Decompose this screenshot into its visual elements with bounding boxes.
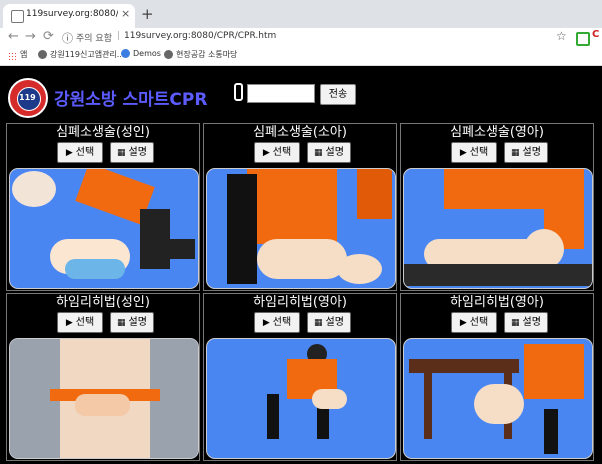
card-cpr-adult: 심폐소생술(성인) ▶ 선택 ▦ 설명 [6,123,200,291]
tab-title: 119survey.org:8080/CPR/CPR.htm [26,9,118,19]
book-icon: ▦ [314,318,323,328]
select-button[interactable]: ▶ 선택 [451,142,497,163]
book-icon: ▦ [511,318,520,328]
description-button[interactable]: ▦ 설명 [110,312,154,333]
card-title: 하임리히법(영아) [253,295,347,310]
address-bar[interactable]: ⓘ 주의 요함 | 119survey.org:8080/CPR/CPR.htm [62,30,592,46]
drop-icon [121,49,130,58]
bookmark-apps[interactable]: 앱 [20,49,27,60]
card-title: 심폐소생술(성인) [56,125,150,140]
send-button[interactable]: 전송 [320,84,356,105]
bookmark-star-icon[interactable]: ☆ [556,29,567,43]
bookmarks-bar: 앱 강원119신고앱관리... Demos 현장공감 소통마당 [0,48,602,66]
book-icon: ▦ [314,148,323,158]
back-icon[interactable]: ← [8,29,19,44]
description-button[interactable]: ▦ 설명 [307,142,351,163]
description-button[interactable]: ▦ 설명 [307,312,351,333]
heimlich-adult-photo[interactable] [9,338,199,459]
card-heimlich-infant-1: 하임리히법(영아) ▶ 선택 ▦ 설명 [203,293,397,461]
description-button[interactable]: ▦ 설명 [110,142,154,163]
phone-number-input[interactable] [247,84,315,103]
card-cpr-infant: 심폐소생술(영아) ▶ 선택 ▦ 설명 [400,123,594,291]
heimlich-infant-photo[interactable] [206,338,396,459]
separator: | [117,31,121,41]
play-icon: ▶ [459,148,467,158]
select-button[interactable]: ▶ 선택 [57,312,103,333]
forward-icon[interactable]: → [25,29,36,44]
cpr-child-photo[interactable] [206,168,396,289]
card-title: 하임리히법(영아) [450,295,544,310]
heimlich-infant-photo-2[interactable] [403,338,593,459]
globe-icon [38,50,47,59]
card-title: 심폐소생술(소아) [253,125,347,140]
fire-department-logo: 119 [8,78,48,118]
book-icon: ▦ [511,148,520,158]
card-heimlich-adult: 하임리히법(성인) ▶ 선택 ▦ 설명 [6,293,200,461]
url-text: 119survey.org:8080/CPR/CPR.htm [124,31,277,41]
play-icon: ▶ [262,318,270,328]
play-icon: ▶ [262,148,270,158]
browser-tab[interactable]: 119survey.org:8080/CPR/CPR.htm × [3,4,135,28]
card-title: 심폐소생술(영아) [450,125,544,140]
apps-grid-icon[interactable] [8,52,17,61]
phone-icon [234,83,243,101]
description-button[interactable]: ▦ 설명 [504,312,548,333]
play-icon: ▶ [65,148,73,158]
bookmark-item[interactable]: Demos [121,49,161,58]
info-icon[interactable]: ⓘ [62,30,73,46]
extension-c-icon[interactable]: C [592,29,599,40]
card-title: 하임리히법(성인) [56,295,150,310]
play-icon: ▶ [459,318,467,328]
bookmark-item[interactable]: 강원119신고앱관리... [38,49,124,60]
browser-tab-strip: 119survey.org:8080/CPR/CPR.htm × + [0,0,602,28]
browser-toolbar: ← → ⟳ ⓘ 주의 요함 | 119survey.org:8080/CPR/C… [0,28,602,48]
inset-hands-image [12,171,56,207]
select-button[interactable]: ▶ 선택 [254,142,300,163]
page-icon [11,10,24,23]
select-button[interactable]: ▶ 선택 [254,312,300,333]
select-button[interactable]: ▶ 선택 [57,142,103,163]
close-tab-icon[interactable]: × [121,7,130,20]
book-icon: ▦ [117,318,126,328]
extension-icon[interactable] [576,32,590,46]
new-tab-button[interactable]: + [141,5,154,23]
card-cpr-child: 심폐소생술(소아) ▶ 선택 ▦ 설명 [203,123,397,291]
card-heimlich-infant-2: 하임리히법(영아) ▶ 선택 ▦ 설명 [400,293,594,461]
bookmark-item[interactable]: 현장공감 소통마당 [164,49,237,60]
app-title: 강원소방 스마트CPR [54,90,208,110]
reload-icon[interactable]: ⟳ [43,29,54,44]
security-warning: 주의 요함 [76,34,112,44]
globe-icon [164,50,173,59]
select-button[interactable]: ▶ 선택 [451,312,497,333]
book-icon: ▦ [117,148,126,158]
page-content: 119 강원소방 스마트CPR 전송 심폐소생술(성인) ▶ 선택 ▦ 설명 심폐소… [0,66,602,464]
cpr-infant-photo[interactable] [403,168,593,289]
cpr-adult-photo[interactable] [9,168,199,289]
description-button[interactable]: ▦ 설명 [504,142,548,163]
play-icon: ▶ [65,318,73,328]
